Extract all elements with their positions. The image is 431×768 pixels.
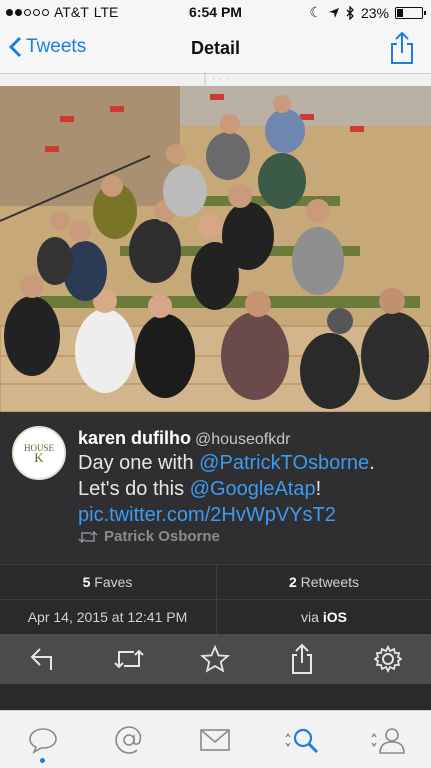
battery-icon: [395, 6, 426, 19]
unread-indicator: [40, 757, 46, 763]
retweets-stat[interactable]: 2 Retweets: [216, 565, 431, 599]
mention-link[interactable]: @GoogleAtap: [190, 478, 316, 500]
client-name: iOS: [322, 609, 347, 625]
group-photo-image: [0, 86, 431, 412]
avatar[interactable]: HOUSE K: [12, 426, 66, 480]
author-line[interactable]: karen dufilho @houseofkdr: [78, 428, 290, 449]
tab-messages[interactable]: [185, 715, 245, 765]
tweet-stats: 5 Faves 2 Retweets: [0, 564, 431, 600]
reply-icon: [30, 648, 53, 670]
retweeter-name: Patrick Osborne: [104, 528, 220, 545]
faves-count: 5: [82, 574, 91, 590]
settings-button[interactable]: [368, 639, 408, 679]
faves-stat[interactable]: 5 Faves: [0, 565, 215, 599]
tweet-client: via iOS: [216, 600, 431, 634]
faves-label: Faves: [94, 574, 133, 590]
share-button[interactable]: [389, 31, 415, 70]
status-right: ☾ 23%: [309, 4, 426, 21]
tweet-meta: Apr 14, 2015 at 12:41 PM via iOS: [0, 600, 431, 634]
retweets-label: Retweets: [300, 574, 360, 590]
tweet-text-part: .: [369, 452, 375, 474]
location-icon: [328, 7, 339, 18]
navigation-bar: Tweets Detail: [0, 24, 431, 74]
retweets-count: 2: [288, 574, 297, 590]
tab-bar: [0, 710, 431, 768]
tab-profile[interactable]: [358, 715, 418, 765]
tab-search[interactable]: [272, 715, 332, 765]
tweet-photo[interactable]: [0, 86, 431, 412]
tweet-timestamp: Apr 14, 2015 at 12:41 PM: [27, 609, 188, 625]
display-name: karen dufilho: [78, 428, 192, 448]
tab-timeline[interactable]: [13, 715, 73, 765]
favorite-button[interactable]: [195, 639, 235, 679]
battery-percent: 23%: [360, 4, 389, 21]
via-prefix: via: [301, 609, 319, 625]
tweet-text-part: !: [315, 478, 322, 500]
search-icon: [285, 728, 318, 753]
share-icon: [291, 643, 312, 674]
tweet-text-part: Let's do this: [78, 478, 190, 500]
share-tweet-button[interactable]: [282, 639, 322, 679]
tweet-text-part: Day one with: [78, 452, 200, 474]
profile-icon: [371, 727, 405, 754]
settings-icon: [373, 645, 402, 673]
page-title: Detail: [190, 38, 241, 58]
favorite-icon: [200, 645, 231, 673]
share-icon: [391, 31, 413, 64]
reply-strip: │ · · ·: [0, 74, 431, 86]
avatar-text-initial: K: [34, 450, 44, 465]
mentions-icon: [115, 725, 142, 754]
moon-icon: ☾: [309, 4, 322, 20]
mention-link[interactable]: @PatrickTOsborne: [199, 452, 369, 474]
timeline-icon: [29, 727, 57, 754]
user-handle: @houseofkdr: [195, 431, 291, 448]
bluetooth-icon: [346, 5, 354, 20]
tweet-text: Day one with @PatrickTOsborne. Let's do …: [78, 450, 423, 528]
spacer: [0, 684, 431, 710]
media-link[interactable]: pic.twitter.com/2HvWpVYsT2: [78, 504, 336, 526]
tab-mentions[interactable]: [99, 715, 159, 765]
status-bar: AT&T LTE 6:54 PM ☾ 23%: [0, 0, 431, 24]
retweet-small-icon: [78, 530, 98, 543]
messages-icon: [200, 728, 231, 751]
retweet-button[interactable]: [109, 639, 149, 679]
retweet-icon: [114, 649, 144, 669]
retweeted-by[interactable]: Patrick Osborne: [78, 528, 220, 545]
tweet-actions-bar: [0, 634, 431, 684]
tweet-card: HOUSE K karen dufilho @houseofkdr Day one…: [0, 412, 431, 564]
reply-button[interactable]: [23, 639, 63, 679]
